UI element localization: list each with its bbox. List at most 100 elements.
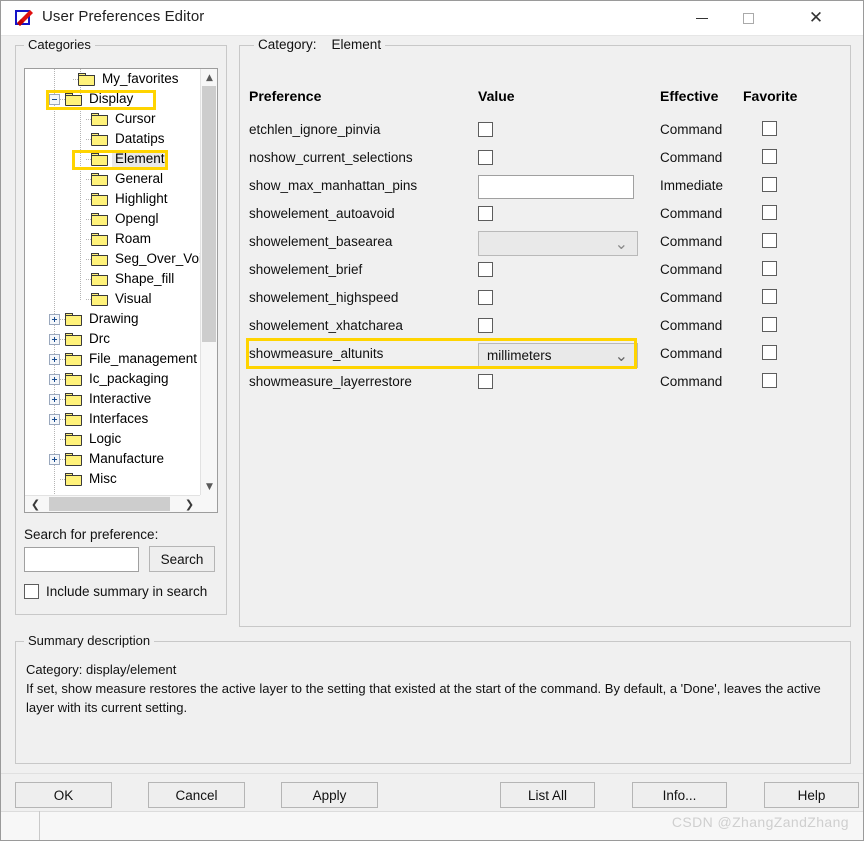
maximize-button[interactable] xyxy=(725,1,771,35)
favorite-checkbox[interactable] xyxy=(762,149,777,164)
favorite-checkbox[interactable] xyxy=(762,177,777,192)
collapse-icon[interactable] xyxy=(49,93,60,105)
preference-effective: Command xyxy=(660,122,723,137)
preference-value-checkbox[interactable] xyxy=(478,150,493,165)
search-input[interactable] xyxy=(24,547,139,572)
scroll-right-icon[interactable]: ❯ xyxy=(181,496,198,512)
tree-item-seg_over_voi[interactable]: Seg_Over_Voi xyxy=(25,249,200,269)
favorite-checkbox[interactable] xyxy=(762,233,777,248)
minimize-icon xyxy=(696,17,708,19)
tree-item-cursor[interactable]: Cursor xyxy=(25,109,200,129)
scroll-left-icon[interactable]: ❮ xyxy=(27,496,44,512)
list-all-button[interactable]: List All xyxy=(500,782,595,808)
tree-horizontal-scrollbar[interactable]: ❮ ❯ xyxy=(25,495,200,512)
tree-item-interfaces[interactable]: Interfaces xyxy=(25,409,200,429)
include-summary-checkbox[interactable] xyxy=(24,584,39,599)
tree-item-datatips[interactable]: Datatips xyxy=(25,129,200,149)
tree-item-element[interactable]: Element xyxy=(25,149,200,169)
tree-item-drc[interactable]: Drc xyxy=(25,329,200,349)
help-button[interactable]: Help xyxy=(764,782,859,808)
expand-icon[interactable] xyxy=(49,453,60,465)
preference-value-checkbox[interactable] xyxy=(478,122,493,137)
folder-icon xyxy=(91,212,108,226)
expand-icon[interactable] xyxy=(49,413,60,425)
tree-item-label: Ic_packaging xyxy=(89,371,169,386)
preference-value-checkbox[interactable] xyxy=(478,206,493,221)
info-button[interactable]: Info... xyxy=(632,782,727,808)
tree-item-opengl[interactable]: Opengl xyxy=(25,209,200,229)
folder-icon xyxy=(91,252,108,266)
bottom-strip-divider xyxy=(39,811,40,840)
tree-item-roam[interactable]: Roam xyxy=(25,229,200,249)
preference-favorite-cell xyxy=(762,345,777,365)
tree-item-manufacture[interactable]: Manufacture xyxy=(25,449,200,469)
tree-item-display[interactable]: Display xyxy=(25,89,200,109)
preference-value-checkbox[interactable] xyxy=(478,318,493,333)
preference-value-textbox[interactable] xyxy=(478,175,634,199)
tree-item-logic[interactable]: Logic xyxy=(25,429,200,449)
preference-value-cell xyxy=(478,175,634,199)
tree-item-visual[interactable]: Visual xyxy=(25,289,200,309)
favorite-checkbox[interactable] xyxy=(762,345,777,360)
preference-value-dropdown[interactable]: millimeters ⌄ xyxy=(478,343,638,368)
scroll-down-icon[interactable]: ▼ xyxy=(201,478,217,495)
tree-item-label: My_favorites xyxy=(102,71,179,86)
folder-icon xyxy=(65,472,82,486)
tree-item-ic_packaging[interactable]: Ic_packaging xyxy=(25,369,200,389)
tree-item-highlight[interactable]: Highlight xyxy=(25,189,200,209)
tree-item-shape_fill[interactable]: Shape_fill xyxy=(25,269,200,289)
expand-icon[interactable] xyxy=(49,333,60,345)
favorite-checkbox[interactable] xyxy=(762,261,777,276)
tree-item-misc[interactable]: Misc xyxy=(25,469,200,489)
tree-item-general[interactable]: General xyxy=(25,169,200,189)
tree-hscroll-thumb[interactable] xyxy=(49,497,170,511)
preference-name: showelement_brief xyxy=(249,262,363,277)
tree-item-label: General xyxy=(115,171,164,186)
preference-value-checkbox[interactable] xyxy=(478,290,493,305)
expand-icon[interactable] xyxy=(49,393,60,405)
preference-effective: Command xyxy=(660,262,723,277)
folder-icon xyxy=(91,112,108,126)
category-tree-canvas: My_favorites Display Cursor Datatips Element… xyxy=(25,69,200,495)
category-tree[interactable]: My_favorites Display Cursor Datatips Element… xyxy=(24,68,218,513)
tree-item-my_favorites[interactable]: My_favorites xyxy=(25,69,200,89)
tree-vscroll-thumb[interactable] xyxy=(202,86,216,342)
cancel-button[interactable]: Cancel xyxy=(148,782,245,808)
favorite-checkbox[interactable] xyxy=(762,121,777,136)
favorite-checkbox[interactable] xyxy=(762,317,777,332)
tree-item-file_management[interactable]: File_management xyxy=(25,349,200,369)
tree-item-interactive[interactable]: Interactive xyxy=(25,389,200,409)
summary-description-panel: Summary description Category: display/el… xyxy=(15,633,851,764)
preference-effective: Command xyxy=(660,150,723,165)
folder-icon xyxy=(91,272,108,286)
ok-button[interactable]: OK xyxy=(15,782,112,808)
preference-row: etchlen_ignore_pinvia Command xyxy=(241,117,849,145)
preference-value-checkbox[interactable] xyxy=(478,262,493,277)
preference-row: showelement_highspeed Command xyxy=(241,285,849,313)
apply-button[interactable]: Apply xyxy=(281,782,378,808)
tree-vertical-scrollbar[interactable]: ▲ ▼ xyxy=(200,69,217,495)
summary-legend: Summary description xyxy=(24,633,155,648)
close-button[interactable]: ✕ xyxy=(793,1,839,35)
expand-icon[interactable] xyxy=(49,353,60,365)
preference-effective: Command xyxy=(660,346,723,361)
minimize-button[interactable] xyxy=(679,1,725,35)
tree-item-label: Drawing xyxy=(89,311,139,326)
expand-icon[interactable] xyxy=(49,373,60,385)
favorite-checkbox[interactable] xyxy=(762,205,777,220)
preference-name: showelement_xhatcharea xyxy=(249,318,403,333)
preference-value-checkbox[interactable] xyxy=(478,374,493,389)
favorite-checkbox[interactable] xyxy=(762,289,777,304)
favorite-checkbox[interactable] xyxy=(762,373,777,388)
preference-name: showmeasure_layerrestore xyxy=(249,374,412,389)
preference-favorite-cell xyxy=(762,233,777,253)
preference-value-dropdown[interactable]: ⌄ xyxy=(478,231,638,256)
include-summary-in-search-row[interactable]: Include summary in search xyxy=(24,584,207,599)
tree-item-drawing[interactable]: Drawing xyxy=(25,309,200,329)
folder-icon xyxy=(91,152,108,166)
folder-icon xyxy=(65,372,82,386)
preference-favorite-cell xyxy=(762,373,777,393)
expand-icon[interactable] xyxy=(49,313,60,325)
scroll-up-icon[interactable]: ▲ xyxy=(201,69,217,86)
search-button[interactable]: Search xyxy=(149,546,215,572)
